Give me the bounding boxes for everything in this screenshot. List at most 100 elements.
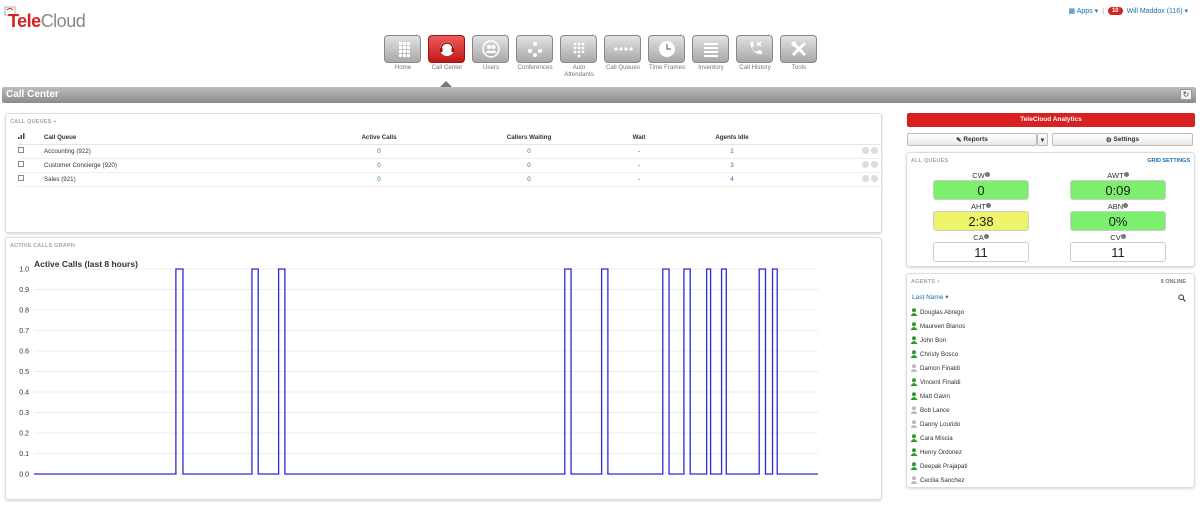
nav-label: Call Center <box>431 64 463 71</box>
list-item[interactable]: Damon Finaldi <box>910 364 960 372</box>
metric-value[interactable]: 0% <box>1070 211 1166 231</box>
nav-item-home[interactable]: Home <box>384 35 422 78</box>
row-checkbox[interactable] <box>18 147 24 153</box>
metric-value[interactable]: 0 <box>933 180 1029 200</box>
row-checkbox[interactable] <box>18 175 24 181</box>
nav-button[interactable] <box>428 35 465 63</box>
nav-button[interactable] <box>604 35 641 63</box>
y-tick-label: 0.9 <box>19 287 29 294</box>
info-icon[interactable] <box>983 234 989 239</box>
list-item[interactable]: Douglas Abrego <box>910 308 964 316</box>
nav-label: Tools <box>791 64 807 71</box>
nav-button[interactable] <box>384 35 421 63</box>
nav-item-inventory[interactable]: Inventory <box>692 35 730 78</box>
agents-idle-value[interactable]: 4 <box>664 172 800 187</box>
metric-label: AWT <box>1107 171 1124 180</box>
queue-name[interactable]: Customer Concierge (920) <box>44 158 314 173</box>
call-queues-header[interactable]: CALL QUEUES » <box>10 119 57 125</box>
list-item[interactable]: Cara Miscia <box>910 434 953 442</box>
col-call-queue[interactable]: Call Queue <box>44 131 314 145</box>
list-item[interactable]: Henry Ordonez <box>910 448 962 456</box>
table-row[interactable]: Customer Concierge (920) 0 0-3 <box>18 158 882 173</box>
list-item[interactable]: Deepak Prajapati <box>910 462 967 470</box>
callers-waiting-value[interactable]: 0 <box>444 158 614 173</box>
col-agents-idle[interactable]: Agents Idle <box>664 131 800 145</box>
callers-waiting-value[interactable]: 0 <box>444 144 614 159</box>
info-icon[interactable] <box>986 203 991 208</box>
agent-icon[interactable] <box>862 160 869 168</box>
row-actions <box>800 172 882 187</box>
col-wait[interactable]: Wait <box>614 131 664 145</box>
search-icon[interactable] <box>1178 294 1186 302</box>
list-item[interactable]: Maureen Blanos <box>910 322 965 330</box>
edit-icon[interactable] <box>871 160 878 168</box>
list-item[interactable]: Danny Lourido <box>910 420 960 428</box>
active-calls-value[interactable]: 0 <box>314 172 444 187</box>
agents-idle-value[interactable]: 3 <box>664 158 800 173</box>
nav-button[interactable] <box>780 35 817 63</box>
list-item[interactable]: Matt Gavin <box>910 392 950 400</box>
nav-item-call-queues[interactable]: Call Queues <box>604 35 642 78</box>
nav-button[interactable] <box>472 35 509 63</box>
row-checkbox[interactable] <box>18 161 24 167</box>
row-actions <box>800 144 882 159</box>
telecloud-analytics-button[interactable]: TeleCloud Analytics <box>907 113 1195 127</box>
nav-button[interactable] <box>516 35 553 63</box>
reports-button[interactable]: ✎ Reports <box>907 133 1037 146</box>
table-row[interactable]: Sales (921) 0 0-4 <box>18 172 882 187</box>
col-callers-waiting[interactable]: Callers Waiting <box>444 131 614 145</box>
list-item[interactable]: Cecilia Sanchez <box>910 476 964 484</box>
col-active-calls[interactable]: Active Calls <box>314 131 444 145</box>
nav-item-tools[interactable]: Tools <box>780 35 818 78</box>
nav-item-call-center[interactable]: Call Center <box>428 35 466 78</box>
info-icon[interactable] <box>984 172 990 177</box>
notification-badge[interactable]: 10 <box>1107 7 1123 15</box>
info-icon[interactable] <box>1123 172 1129 177</box>
sort-dropdown[interactable]: Last Name ▾ <box>912 293 949 301</box>
nav-button[interactable] <box>560 35 597 63</box>
list-item[interactable]: Bob Lance <box>910 406 950 414</box>
queue-name[interactable]: Sales (921) <box>44 172 314 187</box>
signal-icon[interactable] <box>18 131 44 145</box>
grid-settings-link[interactable]: GRID SETTINGS <box>1147 158 1190 164</box>
nav-item-conferences[interactable]: Conferences <box>516 35 554 78</box>
nav-label: Auto Attendants <box>564 64 594 78</box>
nav-button[interactable] <box>736 35 773 63</box>
nav-item-time-frames[interactable]: Time Frames <box>648 35 686 78</box>
y-tick-label: 0.7 <box>19 328 29 335</box>
edit-icon[interactable] <box>871 146 878 154</box>
nav-item-auto-attendants[interactable]: Auto Attendants <box>560 35 598 78</box>
agents-idle-value[interactable]: 2 <box>664 144 800 159</box>
agent-name: Danny Lourido <box>920 420 961 428</box>
user-menu[interactable]: Will Maddox (116) ▾ <box>1127 7 1188 15</box>
agents-header[interactable]: AGENTS » <box>911 279 940 285</box>
callers-waiting-value[interactable]: 0 <box>444 172 614 187</box>
nav-item-call-history[interactable]: Call History <box>736 35 774 78</box>
metric-value[interactable]: 11 <box>1070 242 1166 262</box>
refresh-button[interactable]: ↻ <box>1180 89 1192 100</box>
queue-name[interactable]: Accounting (922) <box>44 144 314 159</box>
apps-menu[interactable]: ▦ Apps ▾ <box>1069 7 1099 15</box>
settings-button[interactable]: ⚙ Settings <box>1052 133 1193 146</box>
nav-item-users[interactable]: Users <box>472 35 510 78</box>
edit-icon[interactable] <box>871 174 878 182</box>
y-tick-label: 0.8 <box>19 308 29 315</box>
metric-value[interactable]: 0:09 <box>1070 180 1166 200</box>
reports-dropdown-button[interactable]: ▾ <box>1037 133 1048 146</box>
metric-value[interactable]: 2:38 <box>933 211 1029 231</box>
metric-value[interactable]: 11 <box>933 242 1029 262</box>
info-icon[interactable] <box>1120 234 1126 239</box>
info-icon[interactable] <box>1123 203 1129 208</box>
list-item[interactable]: Christy Bosco <box>910 350 958 358</box>
agent-icon[interactable] <box>862 146 869 154</box>
agent-icon[interactable] <box>862 174 869 182</box>
active-calls-value[interactable]: 0 <box>314 144 444 159</box>
table-row[interactable]: Accounting (922) 0 0-2 <box>18 144 882 159</box>
list-item[interactable]: Vincent Finaldi <box>910 378 960 386</box>
nav-button[interactable] <box>648 35 685 63</box>
metric-label-row: AWT <box>1070 171 1166 180</box>
nav-button[interactable] <box>692 35 729 63</box>
list-item[interactable]: John Bon <box>910 336 946 344</box>
active-calls-value[interactable]: 0 <box>314 158 444 173</box>
metric-label: ABN <box>1107 202 1124 211</box>
